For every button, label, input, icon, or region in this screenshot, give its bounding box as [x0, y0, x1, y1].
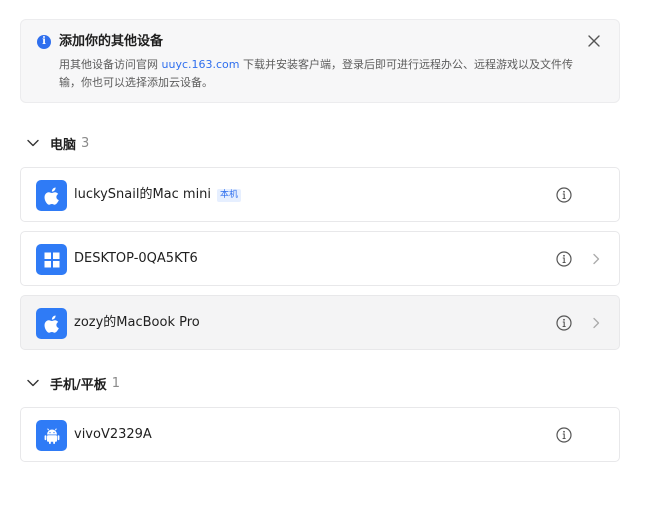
- apple-icon: [36, 180, 67, 211]
- close-icon[interactable]: [587, 34, 601, 48]
- chevron-right-icon[interactable]: [592, 253, 600, 265]
- banner-description: 用其他设备访问官网 uuyc.163.com 下载并安装客户端，登录后即可进行远…: [59, 56, 579, 92]
- add-device-banner: i 添加你的其他设备 用其他设备访问官网 uuyc.163.com 下载并安装客…: [20, 19, 620, 103]
- device-card[interactable]: luckySnail的Mac mini 本机: [20, 167, 620, 222]
- device-card[interactable]: zozy的MacBook Pro: [20, 295, 620, 350]
- device-name: zozy的MacBook Pro: [74, 314, 200, 332]
- android-icon: [36, 420, 67, 451]
- device-name-text: DESKTOP-0QA5KT6: [74, 251, 198, 266]
- this-device-badge: 本机: [217, 188, 242, 202]
- device-name: DESKTOP-0QA5KT6: [74, 250, 198, 268]
- info-icon: i: [37, 35, 51, 49]
- section-title: 电脑: [50, 137, 77, 153]
- device-name: luckySnail的Mac mini 本机: [74, 186, 242, 204]
- section-count: 3: [81, 135, 90, 151]
- section-header-computers[interactable]: 电脑 3: [26, 133, 89, 153]
- device-name: vivoV2329A: [74, 426, 152, 444]
- device-name-text: vivoV2329A: [74, 427, 152, 442]
- banner-desc-prefix: 用其他设备访问官网: [59, 58, 162, 71]
- section-header-mobile[interactable]: 手机/平板 1: [26, 373, 120, 393]
- chevron-right-icon[interactable]: [592, 317, 600, 329]
- info-circle-icon[interactable]: [556, 427, 572, 443]
- windows-icon: [36, 244, 67, 275]
- device-card[interactable]: vivoV2329A: [20, 407, 620, 462]
- banner-title: 添加你的其他设备: [59, 34, 164, 49]
- info-circle-icon[interactable]: [556, 251, 572, 267]
- section-title: 手机/平板: [50, 377, 107, 393]
- info-circle-icon[interactable]: [556, 315, 572, 331]
- device-card[interactable]: DESKTOP-0QA5KT6: [20, 231, 620, 286]
- info-circle-icon[interactable]: [556, 187, 572, 203]
- section-count: 1: [111, 375, 121, 391]
- device-name-text: zozy的MacBook Pro: [74, 315, 200, 330]
- apple-icon: [36, 308, 67, 339]
- device-name-text: luckySnail的Mac mini: [74, 187, 212, 202]
- chevron-down-icon: [27, 139, 39, 147]
- chevron-down-icon: [27, 379, 39, 387]
- website-link[interactable]: uuyc.163.com: [162, 58, 240, 71]
